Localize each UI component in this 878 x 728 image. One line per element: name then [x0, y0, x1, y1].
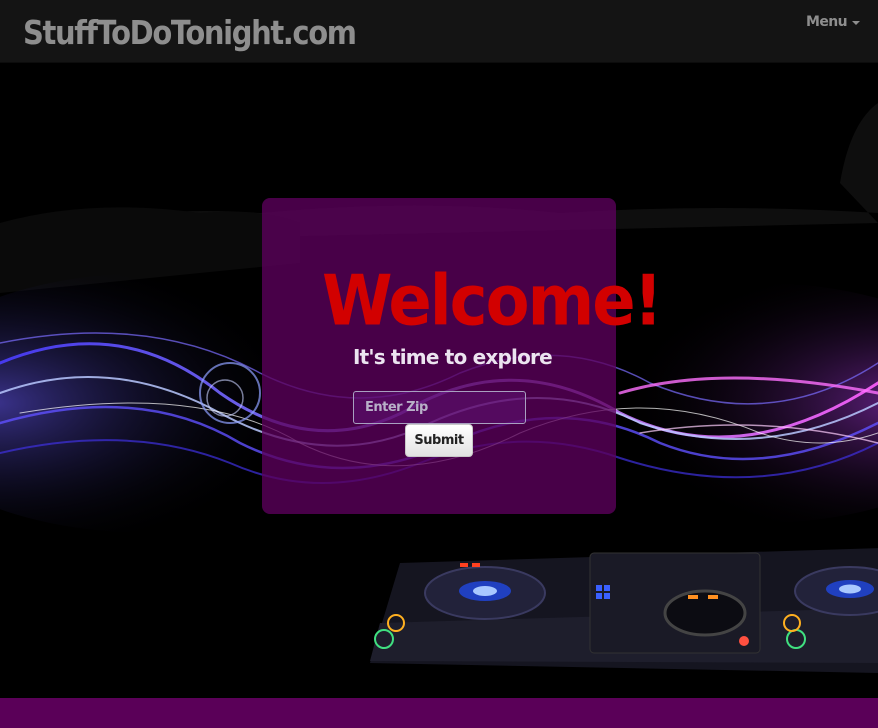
tagline-text: It's time to explore [353, 345, 553, 369]
footer-bar [0, 698, 878, 728]
menu-dropdown-toggle[interactable]: Menu [806, 14, 860, 30]
top-navbar: StuffToDoTonight.com Menu [0, 0, 878, 63]
submit-button[interactable]: Submit [405, 424, 473, 457]
caret-down-icon [852, 21, 860, 25]
brand-logo-link[interactable]: StuffToDoTonight.com [23, 14, 357, 52]
zip-input[interactable] [353, 391, 526, 424]
menu-label: Menu [806, 14, 848, 30]
welcome-heading: Welcome! [322, 262, 663, 342]
